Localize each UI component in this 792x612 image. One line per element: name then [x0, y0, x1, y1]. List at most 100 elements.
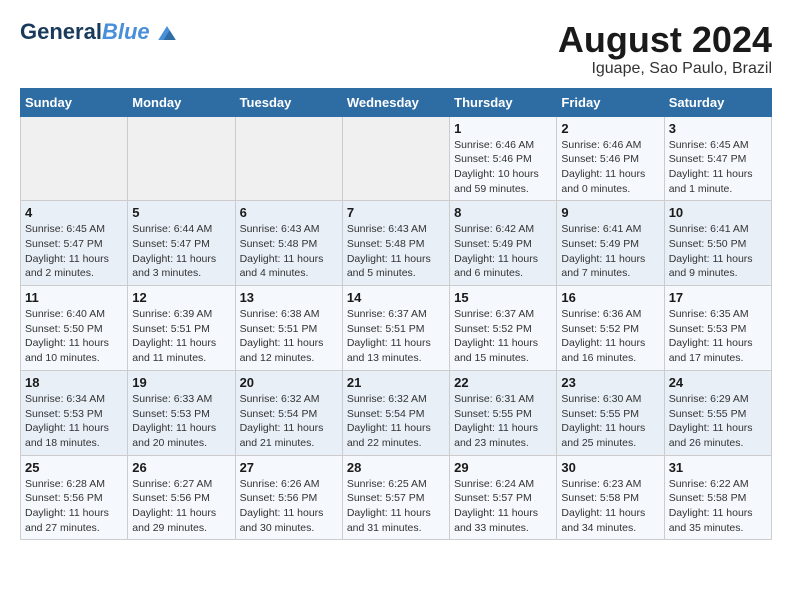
day-number: 26: [132, 460, 230, 475]
day-number: 2: [561, 121, 659, 136]
day-number: 5: [132, 205, 230, 220]
month-title: August 2024: [558, 20, 772, 60]
day-number: 15: [454, 290, 552, 305]
weekday-header-row: SundayMondayTuesdayWednesdayThursdayFrid…: [21, 88, 772, 116]
calendar-cell: 5 Sunrise: 6:44 AM Sunset: 5:47 PM Daylig…: [128, 201, 235, 286]
weekday-header: Saturday: [664, 88, 771, 116]
day-info: Sunrise: 6:43 AM Sunset: 5:48 PM Dayligh…: [240, 222, 338, 281]
day-info: Sunrise: 6:30 AM Sunset: 5:55 PM Dayligh…: [561, 392, 659, 451]
day-info: Sunrise: 6:28 AM Sunset: 5:56 PM Dayligh…: [25, 477, 123, 536]
calendar-cell: 24 Sunrise: 6:29 AM Sunset: 5:55 PM Dayli…: [664, 370, 771, 455]
calendar-cell: 27Sunrise: 6:26 AM Sunset: 5:56 PM Dayli…: [235, 455, 342, 540]
day-number: 1: [454, 121, 552, 136]
day-info: Sunrise: 6:46 AM Sunset: 5:46 PM Dayligh…: [561, 138, 659, 197]
calendar-cell: 19 Sunrise: 6:33 AM Sunset: 5:53 PM Dayli…: [128, 370, 235, 455]
calendar-cell: 16Sunrise: 6:36 AM Sunset: 5:52 PM Dayli…: [557, 286, 664, 371]
day-number: 12: [132, 290, 230, 305]
calendar-cell: 6 Sunrise: 6:43 AM Sunset: 5:48 PM Daylig…: [235, 201, 342, 286]
title-area: August 2024 Iguape, Sao Paulo, Brazil: [558, 20, 772, 78]
day-info: Sunrise: 6:35 AM Sunset: 5:53 PM Dayligh…: [669, 307, 767, 366]
logo: GeneralBlue: [20, 20, 176, 44]
calendar-cell: [342, 116, 449, 201]
calendar-cell: 2 Sunrise: 6:46 AM Sunset: 5:46 PM Daylig…: [557, 116, 664, 201]
day-info: Sunrise: 6:41 AM Sunset: 5:50 PM Dayligh…: [669, 222, 767, 281]
day-info: Sunrise: 6:29 AM Sunset: 5:55 PM Dayligh…: [669, 392, 767, 451]
calendar-cell: 20 Sunrise: 6:32 AM Sunset: 5:54 PM Dayli…: [235, 370, 342, 455]
day-info: Sunrise: 6:37 AM Sunset: 5:52 PM Dayligh…: [454, 307, 552, 366]
day-info: Sunrise: 6:22 AM Sunset: 5:58 PM Dayligh…: [669, 477, 767, 536]
calendar-cell: 1 Sunrise: 6:46 AM Sunset: 5:46 PM Daylig…: [450, 116, 557, 201]
day-number: 6: [240, 205, 338, 220]
day-number: 25: [25, 460, 123, 475]
day-info: Sunrise: 6:45 AM Sunset: 5:47 PM Dayligh…: [669, 138, 767, 197]
day-number: 19: [132, 375, 230, 390]
day-number: 28: [347, 460, 445, 475]
day-info: Sunrise: 6:34 AM Sunset: 5:53 PM Dayligh…: [25, 392, 123, 451]
day-number: 8: [454, 205, 552, 220]
calendar-cell: 22 Sunrise: 6:31 AM Sunset: 5:55 PM Dayli…: [450, 370, 557, 455]
day-info: Sunrise: 6:23 AM Sunset: 5:58 PM Dayligh…: [561, 477, 659, 536]
calendar-cell: 26 Sunrise: 6:27 AM Sunset: 5:56 PM Dayli…: [128, 455, 235, 540]
calendar-cell: 23Sunrise: 6:30 AM Sunset: 5:55 PM Dayli…: [557, 370, 664, 455]
calendar-cell: 13 Sunrise: 6:38 AM Sunset: 5:51 PM Dayli…: [235, 286, 342, 371]
weekday-header: Tuesday: [235, 88, 342, 116]
day-number: 16: [561, 290, 659, 305]
day-number: 30: [561, 460, 659, 475]
day-number: 21: [347, 375, 445, 390]
weekday-header: Wednesday: [342, 88, 449, 116]
day-info: Sunrise: 6:37 AM Sunset: 5:51 PM Dayligh…: [347, 307, 445, 366]
calendar-cell: 21 Sunrise: 6:32 AM Sunset: 5:54 PM Dayli…: [342, 370, 449, 455]
day-info: Sunrise: 6:44 AM Sunset: 5:47 PM Dayligh…: [132, 222, 230, 281]
day-info: Sunrise: 6:26 AM Sunset: 5:56 PM Dayligh…: [240, 477, 338, 536]
day-number: 11: [25, 290, 123, 305]
calendar-cell: 9Sunrise: 6:41 AM Sunset: 5:49 PM Daylig…: [557, 201, 664, 286]
calendar-cell: 14 Sunrise: 6:37 AM Sunset: 5:51 PM Dayli…: [342, 286, 449, 371]
day-number: 17: [669, 290, 767, 305]
weekday-header: Thursday: [450, 88, 557, 116]
calendar-week-row: 25 Sunrise: 6:28 AM Sunset: 5:56 PM Dayli…: [21, 455, 772, 540]
day-info: Sunrise: 6:27 AM Sunset: 5:56 PM Dayligh…: [132, 477, 230, 536]
calendar-cell: 10 Sunrise: 6:41 AM Sunset: 5:50 PM Dayli…: [664, 201, 771, 286]
day-number: 24: [669, 375, 767, 390]
day-number: 3: [669, 121, 767, 136]
calendar-cell: 15 Sunrise: 6:37 AM Sunset: 5:52 PM Dayli…: [450, 286, 557, 371]
location: Iguape, Sao Paulo, Brazil: [558, 60, 772, 78]
day-number: 29: [454, 460, 552, 475]
calendar-cell: 17 Sunrise: 6:35 AM Sunset: 5:53 PM Dayli…: [664, 286, 771, 371]
calendar-cell: 7Sunrise: 6:43 AM Sunset: 5:48 PM Daylig…: [342, 201, 449, 286]
day-number: 10: [669, 205, 767, 220]
day-number: 9: [561, 205, 659, 220]
day-info: Sunrise: 6:32 AM Sunset: 5:54 PM Dayligh…: [347, 392, 445, 451]
day-number: 13: [240, 290, 338, 305]
logo-text: GeneralBlue: [20, 20, 176, 44]
day-info: Sunrise: 6:42 AM Sunset: 5:49 PM Dayligh…: [454, 222, 552, 281]
day-info: Sunrise: 6:33 AM Sunset: 5:53 PM Dayligh…: [132, 392, 230, 451]
calendar-week-row: 1 Sunrise: 6:46 AM Sunset: 5:46 PM Daylig…: [21, 116, 772, 201]
day-number: 31: [669, 460, 767, 475]
calendar-cell: 11Sunrise: 6:40 AM Sunset: 5:50 PM Dayli…: [21, 286, 128, 371]
calendar-week-row: 11Sunrise: 6:40 AM Sunset: 5:50 PM Dayli…: [21, 286, 772, 371]
day-number: 7: [347, 205, 445, 220]
day-number: 20: [240, 375, 338, 390]
calendar-cell: [128, 116, 235, 201]
weekday-header: Friday: [557, 88, 664, 116]
calendar-cell: 25 Sunrise: 6:28 AM Sunset: 5:56 PM Dayli…: [21, 455, 128, 540]
day-info: Sunrise: 6:25 AM Sunset: 5:57 PM Dayligh…: [347, 477, 445, 536]
day-number: 14: [347, 290, 445, 305]
calendar-cell: 12Sunrise: 6:39 AM Sunset: 5:51 PM Dayli…: [128, 286, 235, 371]
weekday-header: Sunday: [21, 88, 128, 116]
day-info: Sunrise: 6:38 AM Sunset: 5:51 PM Dayligh…: [240, 307, 338, 366]
day-info: Sunrise: 6:24 AM Sunset: 5:57 PM Dayligh…: [454, 477, 552, 536]
calendar-cell: 29 Sunrise: 6:24 AM Sunset: 5:57 PM Dayli…: [450, 455, 557, 540]
day-number: 22: [454, 375, 552, 390]
day-info: Sunrise: 6:46 AM Sunset: 5:46 PM Dayligh…: [454, 138, 552, 197]
day-number: 4: [25, 205, 123, 220]
calendar-week-row: 4Sunrise: 6:45 AM Sunset: 5:47 PM Daylig…: [21, 201, 772, 286]
calendar-cell: 8 Sunrise: 6:42 AM Sunset: 5:49 PM Daylig…: [450, 201, 557, 286]
page-header: GeneralBlue August 2024 Iguape, Sao Paul…: [20, 20, 772, 78]
day-info: Sunrise: 6:32 AM Sunset: 5:54 PM Dayligh…: [240, 392, 338, 451]
calendar-cell: [21, 116, 128, 201]
weekday-header: Monday: [128, 88, 235, 116]
calendar-cell: 3 Sunrise: 6:45 AM Sunset: 5:47 PM Daylig…: [664, 116, 771, 201]
day-info: Sunrise: 6:31 AM Sunset: 5:55 PM Dayligh…: [454, 392, 552, 451]
